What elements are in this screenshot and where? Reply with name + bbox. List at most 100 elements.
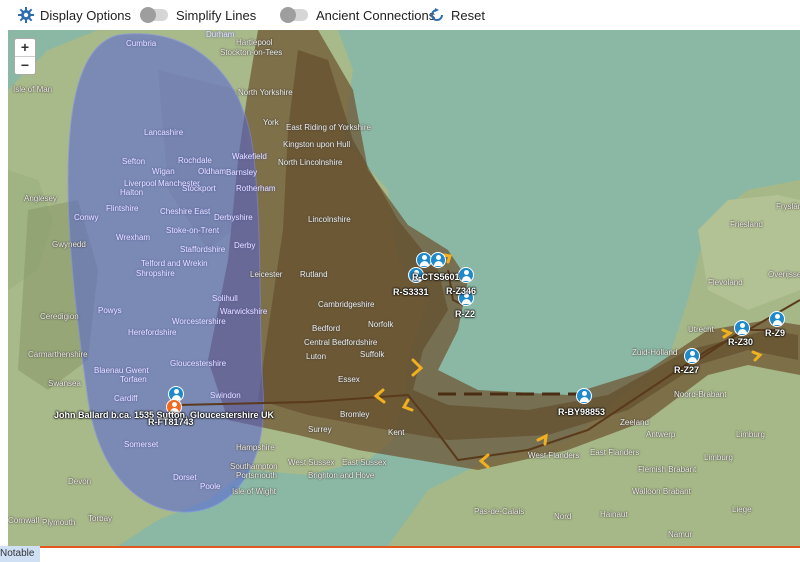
- place-label: York: [263, 118, 279, 127]
- place-label: Isle of Man: [13, 85, 53, 94]
- place-label: North Yorkshire: [238, 88, 293, 97]
- place-label: Stockport: [182, 184, 216, 193]
- place-label: Cardiff: [114, 394, 138, 403]
- place-label: Zeeland: [620, 418, 649, 427]
- place-label: Worcestershire: [172, 317, 226, 326]
- display-options-button[interactable]: Display Options: [18, 0, 131, 30]
- place-label: Warwickshire: [220, 307, 268, 316]
- haplogroup-label: R-Z346: [446, 286, 477, 296]
- place-label: Flemish Brabant: [638, 465, 697, 474]
- place-label: West Sussex: [288, 458, 335, 467]
- place-label: Surrey: [308, 425, 332, 434]
- place-label: Torfaen: [120, 375, 147, 384]
- place-label: Swansea: [48, 379, 81, 388]
- place-label: Brighton and Hove: [308, 471, 375, 480]
- haplogroup-label: R-CTS5601: [412, 272, 460, 282]
- place-label: Hartlepool: [236, 38, 273, 47]
- ancient-connections-toggle[interactable]: Ancient Connections: [280, 0, 436, 30]
- place-label: Somerset: [124, 440, 159, 449]
- place-label: Swindon: [210, 391, 241, 400]
- place-label: Sefton: [122, 157, 146, 166]
- place-label: Antwerp: [646, 430, 676, 439]
- haplogroup-label: R-Z2: [455, 309, 475, 319]
- place-label: Shropshire: [136, 269, 175, 278]
- place-label: Essex: [338, 375, 360, 384]
- place-label: Southampton: [230, 462, 278, 471]
- ancient-connections-label: Ancient Connections: [316, 7, 436, 23]
- place-label: Liverpool: [124, 179, 157, 188]
- place-label: Torbay: [88, 514, 113, 523]
- place-label: Cornwall: [8, 516, 40, 525]
- place-label: Wigan: [152, 167, 175, 176]
- toolbar: Display Options Simplify Lines Ancient C…: [0, 0, 800, 30]
- place-label: Nord: [554, 512, 572, 521]
- place-label: Oldham: [198, 167, 227, 176]
- place-label: Kent: [388, 428, 405, 437]
- place-label: Derby: [234, 241, 256, 250]
- reset-icon: [431, 8, 443, 21]
- haplogroup-label: R-Z9: [765, 328, 785, 338]
- haplogroup-pin[interactable]: [576, 388, 592, 404]
- toggle-switch[interactable]: [280, 7, 308, 23]
- gear-icon: [18, 7, 34, 23]
- simplify-lines-label: Simplify Lines: [176, 7, 257, 23]
- place-label: Gwynedd: [52, 240, 86, 249]
- place-label: Utrecht: [688, 325, 714, 334]
- place-label: Rutland: [300, 270, 328, 279]
- place-label: Solihull: [212, 294, 238, 303]
- zoom-control: + −: [14, 38, 36, 75]
- haplogroup-pin[interactable]: [734, 320, 750, 336]
- place-label: Devon: [68, 477, 92, 486]
- place-label: Norfolk: [368, 320, 394, 329]
- place-label: Leicester: [250, 270, 283, 279]
- place-label: Lincolnshire: [308, 215, 351, 224]
- place-label: Derbyshire: [214, 213, 253, 222]
- place-label: Bromley: [340, 410, 370, 419]
- zoom-in-button[interactable]: +: [15, 39, 35, 56]
- timeline-bar: [0, 546, 800, 548]
- place-label: Zuid-Holland: [632, 348, 678, 357]
- place-label: Lancashire: [144, 128, 184, 137]
- place-label: Wrexham: [116, 233, 151, 242]
- place-label: Durham: [206, 30, 235, 39]
- simplify-lines-toggle[interactable]: Simplify Lines: [140, 0, 257, 30]
- place-label: East Riding of Yorkshire: [286, 123, 371, 132]
- place-label: Halton: [120, 188, 144, 197]
- place-label: Fryslân: [776, 202, 800, 211]
- place-label: Noord-Brabant: [674, 390, 727, 399]
- place-label: Powys: [98, 306, 122, 315]
- place-label: Wakefield: [232, 152, 267, 161]
- toggle-switch[interactable]: [140, 7, 168, 23]
- place-label: Staffordshire: [180, 245, 226, 254]
- place-label: Central Bedfordshire: [304, 338, 378, 347]
- haplogroup-label: R-S3331: [393, 287, 429, 297]
- place-label: Conwy: [74, 213, 99, 222]
- place-label: Gloucestershire: [170, 359, 227, 368]
- place-label: Plymouth: [42, 518, 76, 527]
- place-label: Stockton-on-Tees: [220, 48, 283, 57]
- display-options-label: Display Options: [40, 7, 132, 23]
- place-label: Flintshire: [106, 204, 139, 213]
- place-label: Limburg: [704, 453, 733, 462]
- place-label: North Lincolnshire: [278, 158, 343, 167]
- place-label: Cheshire East: [160, 207, 211, 216]
- place-label: Telford and Wrekin: [141, 259, 208, 268]
- zoom-out-button[interactable]: −: [15, 56, 35, 74]
- place-label: Portsmouth: [236, 471, 277, 480]
- map-canvas[interactable]: + − Durham Hartlepool Cumbria Stockton-o…: [8, 30, 800, 546]
- place-label: Carmarthenshire: [28, 350, 88, 359]
- place-label: Overijssel: [768, 270, 800, 279]
- place-label: East Sussex: [342, 458, 387, 467]
- haplogroup-pin[interactable]: [684, 348, 700, 364]
- place-label: Hainaut: [600, 510, 628, 519]
- place-label: Herefordshire: [128, 328, 177, 337]
- place-label: Kingston upon Hull: [283, 140, 351, 149]
- haplogroup-pin[interactable]: [430, 252, 446, 268]
- place-label: Walloon Brabant: [632, 487, 691, 496]
- place-label: Rochdale: [178, 156, 212, 165]
- notable-tab[interactable]: Notable: [0, 546, 41, 562]
- haplogroup-pin[interactable]: [458, 267, 474, 283]
- place-label: Cambridgeshire: [318, 300, 375, 309]
- reset-button[interactable]: Reset: [430, 0, 485, 30]
- haplogroup-pin[interactable]: [769, 311, 785, 327]
